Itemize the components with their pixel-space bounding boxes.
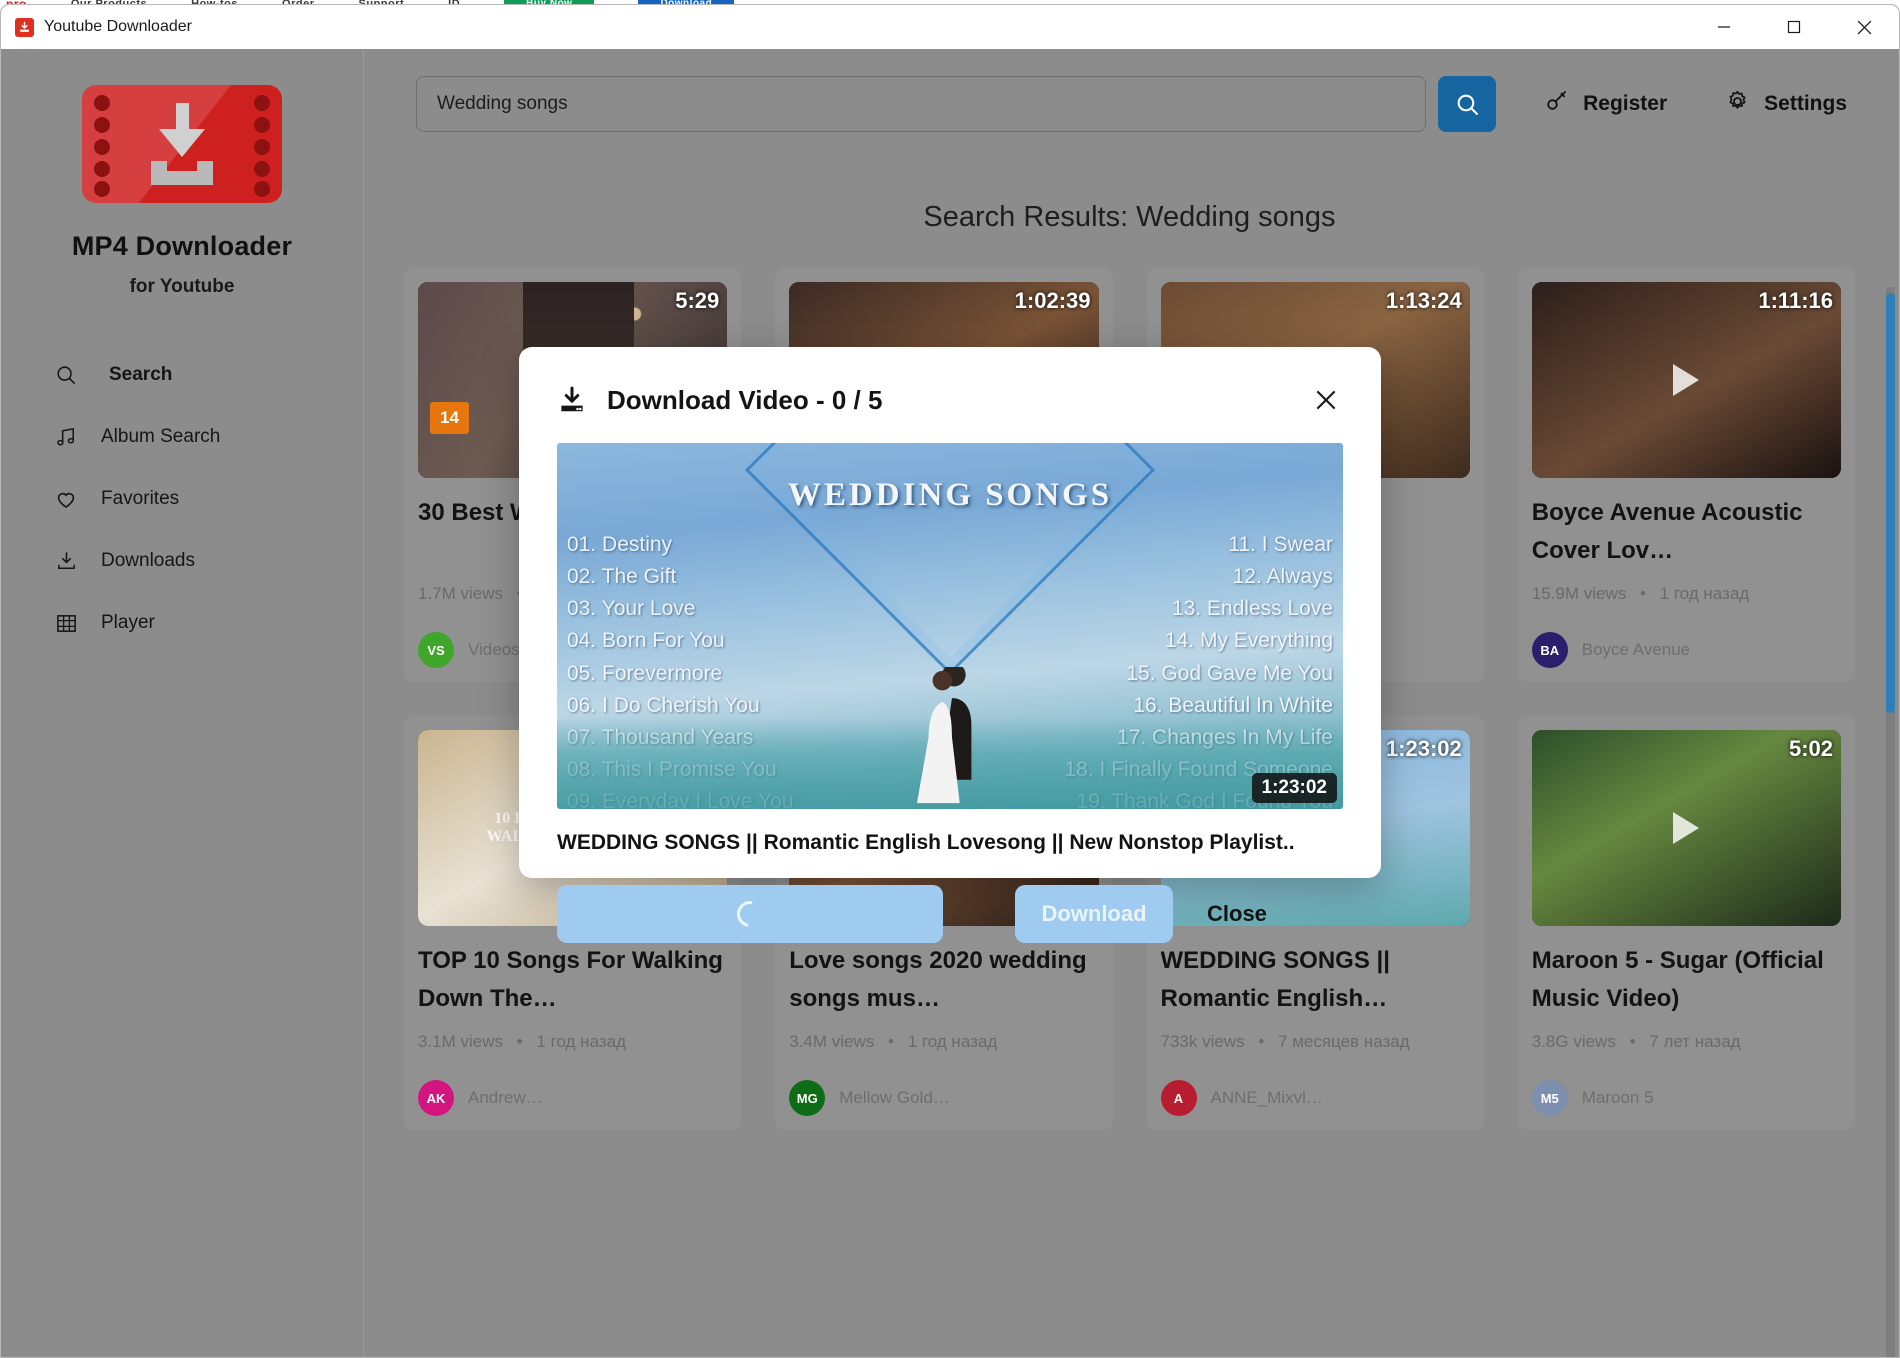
dialog-title: Download Video - 0 / 5 (607, 385, 882, 416)
download-icon (557, 384, 589, 416)
download-video-dialog: Download Video - 0 / 5 WEDDING SONGS 01.… (519, 347, 1381, 878)
duration-tag: 1:23:02 (1252, 773, 1338, 803)
loading-spinner-icon (732, 896, 768, 932)
dialog-thumbnail: WEDDING SONGS 01. Destiny 02. The Gift 0… (557, 443, 1343, 809)
track-item: 03. Your Love (567, 593, 860, 625)
track-item: 11. I Swear (1065, 529, 1334, 561)
dialog-video-title: WEDDING SONGS || Romantic English Loveso… (557, 831, 1343, 855)
progress-button[interactable] (557, 885, 943, 943)
track-item: 04. Born For You (567, 625, 860, 657)
couple-silhouette (891, 667, 1009, 807)
track-item: 05. Forevermore (567, 658, 860, 690)
track-item: 15. God Gave Me You (1065, 658, 1334, 690)
track-item: 13. Endless Love (1065, 593, 1334, 625)
download-button[interactable]: Download (1015, 885, 1173, 943)
track-item: 14. My Everything (1065, 625, 1334, 657)
dialog-actions: Download Close (557, 885, 1343, 943)
track-item: 02. The Gift (567, 561, 860, 593)
track-item: 12. Always (1065, 561, 1334, 593)
cancel-button[interactable]: Close (1207, 901, 1267, 927)
track-item: 01. Destiny (567, 529, 860, 561)
close-icon[interactable] (1309, 383, 1343, 417)
dialog-header: Download Video - 0 / 5 (557, 377, 1343, 423)
app-window: Youtube Downloader (0, 4, 1900, 1358)
thumbnail-heading: WEDDING SONGS (557, 477, 1343, 514)
